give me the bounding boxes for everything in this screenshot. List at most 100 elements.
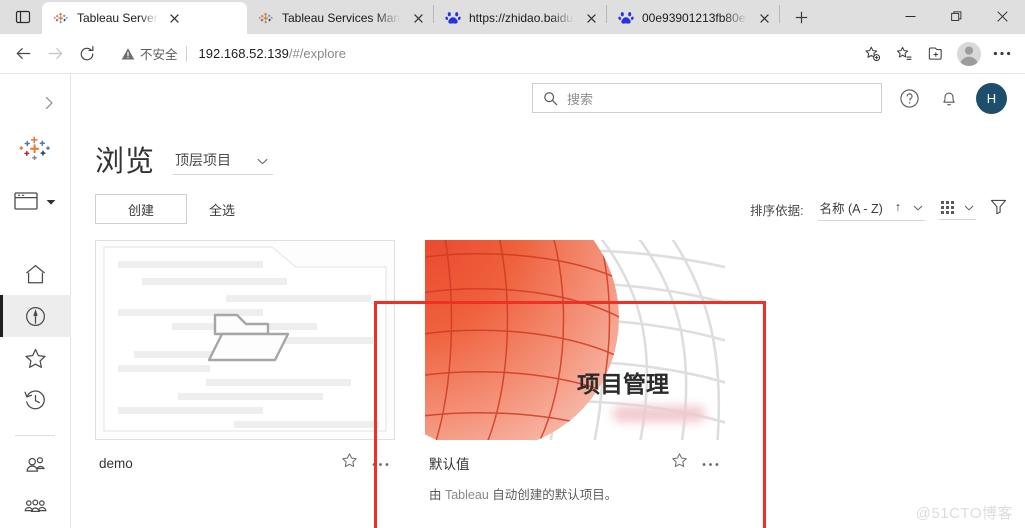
card-more-icon[interactable] <box>372 458 389 468</box>
project-card-demo[interactable]: demo <box>95 240 395 503</box>
back-icon[interactable] <box>8 39 38 69</box>
clock-history-icon <box>23 390 45 410</box>
security-warning[interactable]: 不安全 <box>121 44 178 63</box>
sort-controls: 排序依据: 名称 (A - Z) ↑ <box>750 198 1007 221</box>
add-favorite-icon[interactable] <box>857 38 887 69</box>
project-card-default[interactable]: 项目管理 默认值 由 Tableau 自动创建的默认项目。 <box>425 240 725 503</box>
action-row: 创建 全选 排序依据: 名称 (A - Z) ↑ <box>71 180 1025 224</box>
chevron-down-icon <box>257 152 268 168</box>
sidebar-item-tableau-logo[interactable] <box>0 122 71 175</box>
page-title: 浏览 <box>95 146 156 178</box>
desc-prefix: 由 <box>429 488 445 502</box>
project-name[interactable]: demo <box>99 456 133 471</box>
baidu-icon <box>618 12 634 24</box>
url-host: 192.168.52.139 <box>198 46 289 61</box>
tab-title: Tableau Services Manag <box>282 11 401 25</box>
star-icon <box>24 348 46 368</box>
url-text: 192.168.52.139/#/explore <box>199 46 346 61</box>
sidebar-item-favorites[interactable] <box>0 337 71 379</box>
security-label: 不安全 <box>140 48 178 62</box>
filter-icon[interactable] <box>990 198 1007 220</box>
chevron-down-icon <box>964 198 974 216</box>
search-icon <box>544 91 558 105</box>
app-content: 搜索 H 浏览 顶层项目 创建 全选 排序依据: 名称 (A - Z) ↑ de… <box>71 74 1025 528</box>
browser-tab-tableau-services-manager[interactable]: Tableau Services Manag <box>247 2 433 34</box>
close-window-icon[interactable] <box>979 0 1025 32</box>
collections-icon[interactable] <box>921 39 951 69</box>
app-sidebar <box>0 74 71 528</box>
card-actions <box>671 452 719 474</box>
sidebar-item-home[interactable] <box>0 254 71 296</box>
tab-manager-icon[interactable] <box>4 2 42 32</box>
tab-title: Tableau Server <box>77 11 158 25</box>
favorite-star-icon[interactable] <box>671 452 688 474</box>
project-scope-dropdown[interactable]: 顶层项目 <box>173 150 274 175</box>
search-input[interactable]: 搜索 <box>532 83 882 113</box>
tab-close-icon[interactable] <box>409 9 427 27</box>
browser-tab-tableau-server[interactable]: Tableau Server <box>42 2 247 34</box>
window-controls <box>887 0 1025 32</box>
notifications-bell-icon[interactable] <box>936 85 962 111</box>
tableau-icon <box>258 12 273 24</box>
sidebar-item-recents[interactable] <box>0 379 71 421</box>
project-thumbnail[interactable] <box>95 240 395 440</box>
browser-settings-more-icon[interactable] <box>987 39 1017 69</box>
select-all-button[interactable]: 全选 <box>209 200 235 219</box>
browser-window: Tableau Server Tableau Services Manag ht… <box>0 0 1025 528</box>
tableau-app: 搜索 H 浏览 顶层项目 创建 全选 排序依据: 名称 (A - Z) ↑ de… <box>0 74 1025 528</box>
address-bar[interactable]: 不安全 192.168.52.139/#/explore <box>112 39 849 68</box>
baidu-icon <box>445 12 461 24</box>
tableau-icon <box>53 12 68 24</box>
maximize-icon[interactable] <box>933 0 979 32</box>
tab-divider <box>779 5 780 23</box>
users-icon <box>26 456 45 472</box>
content-grid: demo 项目管理 默认值 由 Tableau 自动创建的默认项目。 <box>71 224 1025 503</box>
new-workbook-icon <box>14 192 38 210</box>
globe-dashboard-thumbnail: 项目管理 <box>425 240 725 440</box>
favorites-icon[interactable] <box>889 39 919 69</box>
tab-title: https://zhidao.baidu.co <box>469 11 574 25</box>
page-title-row: 浏览 顶层项目 <box>71 122 1025 180</box>
sort-value: 名称 (A - Z) <box>819 201 883 216</box>
sidebar-item-groups[interactable] <box>0 486 71 528</box>
desc-brand: Tableau <box>444 488 489 502</box>
browser-tab-baidu-doc[interactable]: 00e93901213fb80e544 <box>607 2 779 34</box>
project-scope-value: 顶层项目 <box>175 152 232 168</box>
folder-placeholder-thumbnail <box>96 241 394 439</box>
tab-close-icon[interactable] <box>582 9 600 27</box>
browser-tab-zhidao-baidu[interactable]: https://zhidao.baidu.co <box>434 2 606 34</box>
card-more-icon[interactable] <box>702 458 719 468</box>
project-name[interactable]: 默认值 <box>429 453 470 473</box>
favorite-star-icon[interactable] <box>341 452 358 474</box>
desc-suffix: 自动创建的默认项目。 <box>488 488 618 502</box>
tab-close-icon[interactable] <box>166 9 184 27</box>
sidebar-item-create[interactable] <box>0 175 71 228</box>
view-mode-dropdown[interactable] <box>939 198 976 220</box>
forward-icon <box>40 39 70 69</box>
sort-dropdown[interactable]: 名称 (A - Z) ↑ <box>817 198 925 221</box>
tab-title: 00e93901213fb80e544 <box>642 11 747 25</box>
sidebar-expand-icon[interactable] <box>0 84 71 122</box>
app-header: 搜索 H <box>71 74 1025 122</box>
sidebar-item-explore[interactable] <box>0 295 71 338</box>
minimize-icon[interactable] <box>887 0 933 32</box>
tab-close-icon[interactable] <box>755 9 773 27</box>
reload-icon[interactable] <box>72 39 102 69</box>
url-path: /#/explore <box>288 46 346 61</box>
create-button[interactable]: 创建 <box>95 194 187 224</box>
new-tab-icon[interactable] <box>786 3 816 31</box>
card-meta: demo <box>95 440 395 474</box>
search-placeholder: 搜索 <box>567 91 594 107</box>
groups-icon <box>23 499 47 512</box>
project-description: 由 Tableau 自动创建的默认项目。 <box>425 474 725 503</box>
chevron-down-icon <box>46 199 56 205</box>
profile-icon[interactable] <box>957 41 981 66</box>
user-avatar[interactable]: H <box>976 82 1007 114</box>
sidebar-item-users[interactable] <box>0 444 71 486</box>
sort-direction-icon: ↑ <box>894 200 901 214</box>
card-meta: 默认值 <box>425 440 725 474</box>
sidebar-divider <box>15 435 55 437</box>
help-icon[interactable] <box>896 85 922 111</box>
project-thumbnail[interactable]: 项目管理 <box>425 240 725 440</box>
watermark: @51CTO博客 <box>915 505 1013 522</box>
